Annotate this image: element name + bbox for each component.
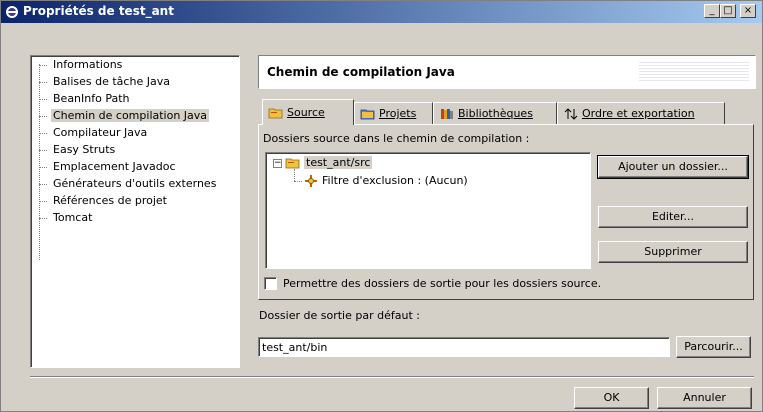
source-folders-label: Dossiers source dans le chemin de compil… xyxy=(263,132,530,145)
nav-item-emplacement-javadoc[interactable]: Emplacement Javadoc xyxy=(31,159,237,175)
exclusion-filter-icon xyxy=(305,175,317,187)
tab-label: Bibliothèques xyxy=(458,107,533,120)
nav-item-generateurs-outils[interactable]: Générateurs d'outils externes xyxy=(31,176,237,192)
order-arrows-icon xyxy=(564,108,578,120)
tree-branch-tick xyxy=(294,181,302,182)
dialog-separator xyxy=(30,376,754,378)
nav-item-label: Emplacement Javadoc xyxy=(53,160,176,173)
minimize-icon: _ xyxy=(709,5,715,16)
source-folder-icon xyxy=(285,158,300,169)
exclusion-filter-label[interactable]: Filtre d'exclusion : (Aucun) xyxy=(322,174,468,187)
default-output-field[interactable] xyxy=(258,337,670,357)
nav-item-balises-tache[interactable]: Balises de tâche Java xyxy=(31,74,237,90)
cancel-button[interactable]: Annuler xyxy=(657,387,752,409)
folder-project-icon xyxy=(360,109,375,120)
close-button[interactable]: × xyxy=(740,4,756,18)
maximize-icon: □ xyxy=(723,5,733,16)
nav-item-tomcat[interactable]: Tomcat xyxy=(31,210,237,226)
add-folder-button[interactable]: Ajouter un dossier... xyxy=(597,155,749,179)
tab-label: Ordre et exportation xyxy=(582,107,695,120)
default-output-label: Dossier de sortie par défaut : xyxy=(259,309,420,322)
nav-item-label: Références de projet xyxy=(53,194,167,207)
nav-item-compilateur[interactable]: Compilateur Java xyxy=(31,125,237,141)
property-pages-tree: Informations Balises de tâche Java BeanI… xyxy=(30,55,240,368)
nav-item-label: Compilateur Java xyxy=(53,126,148,139)
nav-item-label: Balises de tâche Java xyxy=(53,75,170,88)
nav-item-references-projet[interactable]: Références de projet xyxy=(31,193,237,209)
nav-item-easy-struts[interactable]: Easy Struts xyxy=(31,142,237,158)
header-banner-decoration xyxy=(639,62,749,82)
tab-projets[interactable]: Projets xyxy=(354,102,433,124)
nav-item-chemin-compilation[interactable]: Chemin de compilation Java xyxy=(31,108,237,124)
properties-dialog: Propriétés de test_ant _ □ × Information… xyxy=(0,0,763,412)
ok-button[interactable]: OK xyxy=(574,387,649,409)
nav-item-informations[interactable]: Informations xyxy=(31,57,237,73)
source-folder-label[interactable]: test_ant/src xyxy=(304,156,373,169)
title-bar[interactable]: Propriétés de test_ant _ □ × xyxy=(1,1,762,23)
browse-button[interactable]: Parcourir... xyxy=(676,336,751,358)
nav-item-beaninfo-path[interactable]: BeanInfo Path xyxy=(31,91,237,107)
maximize-button[interactable]: □ xyxy=(720,4,736,18)
tab-label: Source xyxy=(287,106,325,119)
library-books-icon xyxy=(441,109,453,119)
allow-output-folders-checkbox[interactable] xyxy=(264,277,277,290)
page-title: Chemin de compilation Java xyxy=(267,65,455,79)
nav-item-label: BeanInfo Path xyxy=(53,92,130,105)
page-header: Chemin de compilation Java xyxy=(258,55,756,89)
nav-item-label: Chemin de compilation Java xyxy=(51,109,210,122)
tab-label: Projets xyxy=(379,107,417,120)
edit-button[interactable]: Editer... xyxy=(598,206,748,228)
minimize-button[interactable]: _ xyxy=(704,4,720,18)
tab-bibliotheques[interactable]: Bibliothèques xyxy=(433,102,557,124)
close-icon: × xyxy=(743,5,753,16)
nav-item-label: Informations xyxy=(53,58,123,71)
source-folders-tree[interactable]: − test_ant/src Filtre d'exclusion : (Auc… xyxy=(265,152,591,269)
tree-branch-line xyxy=(294,169,296,181)
eclipse-app-icon xyxy=(6,6,18,18)
tab-ordre-exportation[interactable]: Ordre et exportation xyxy=(557,102,725,124)
folder-source-icon xyxy=(268,108,283,119)
window-title: Propriétés de test_ant xyxy=(23,4,174,18)
allow-output-folders-label[interactable]: Permettre des dossiers de sortie pour le… xyxy=(283,277,601,290)
tab-source[interactable]: Source xyxy=(262,99,354,125)
remove-button[interactable]: Supprimer xyxy=(598,241,748,263)
nav-item-label: Tomcat xyxy=(53,211,93,224)
nav-item-label: Générateurs d'outils externes xyxy=(53,177,217,190)
nav-item-label: Easy Struts xyxy=(53,143,116,156)
collapse-icon[interactable]: − xyxy=(273,159,282,168)
